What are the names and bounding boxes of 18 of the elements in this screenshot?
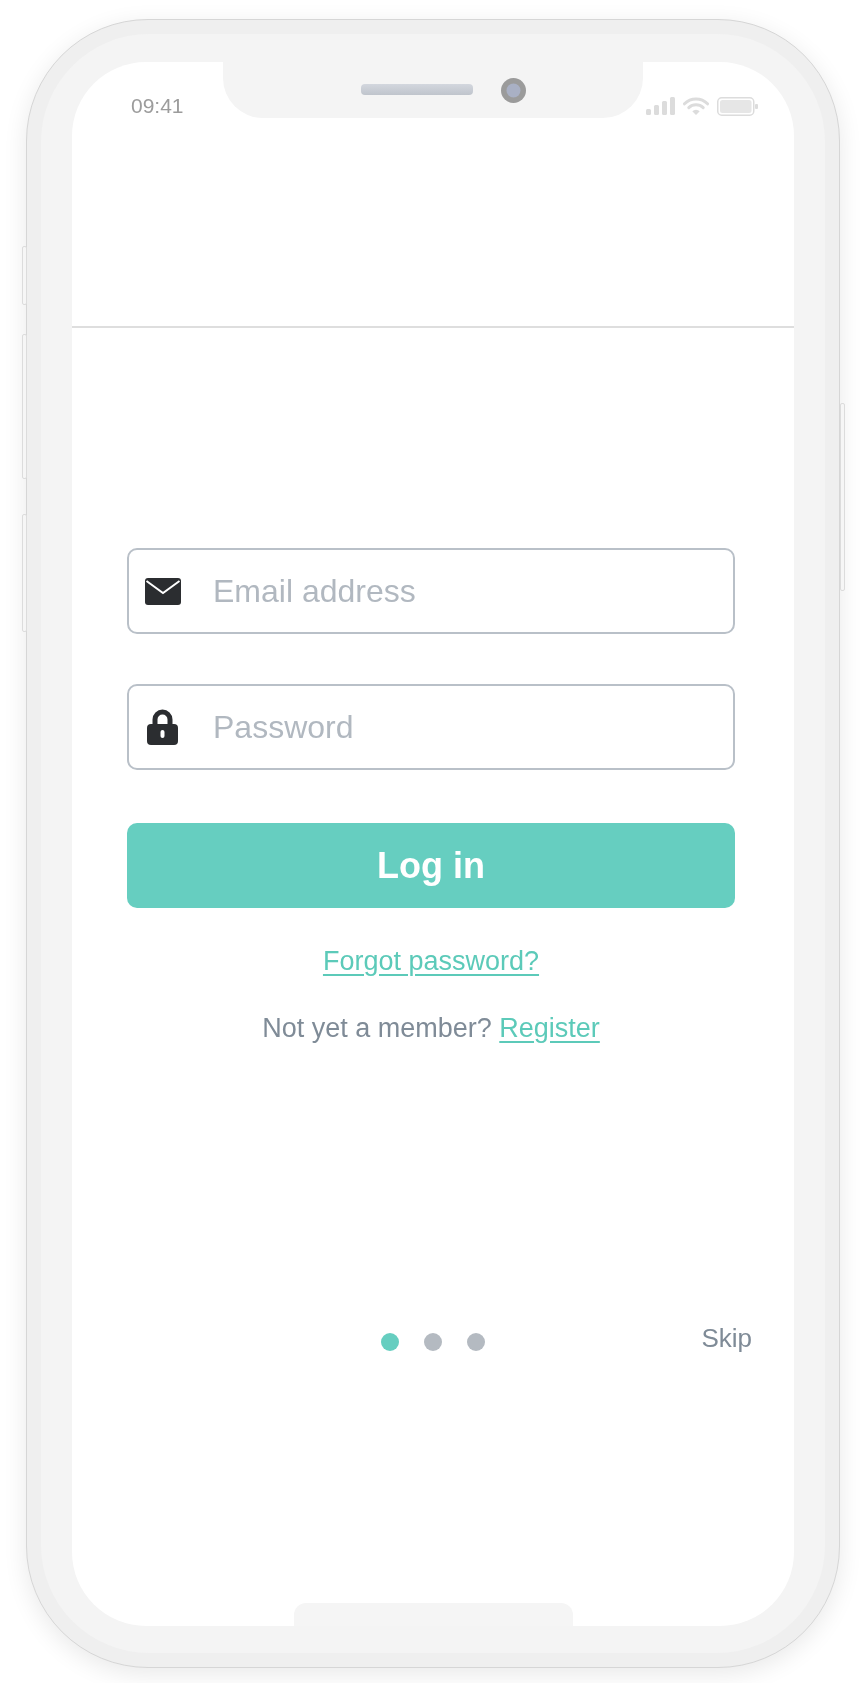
lock-icon [147, 709, 178, 745]
page-dot-icon[interactable] [424, 1333, 442, 1351]
page-dot-icon[interactable] [381, 1333, 399, 1351]
register-link[interactable]: Register [499, 1013, 600, 1043]
signal-icon [646, 97, 675, 115]
password-field[interactable]: Password [127, 684, 735, 770]
email-field[interactable]: Email address [127, 548, 735, 634]
camera-icon [501, 78, 526, 103]
status-time: 09:41 [131, 94, 184, 118]
register-prompt: Not yet a member? Register [261, 1012, 601, 1044]
login-button[interactable]: Log in [127, 823, 735, 908]
page-dot-icon[interactable] [467, 1333, 485, 1351]
envelope-icon [145, 578, 181, 605]
wifi-icon [683, 97, 709, 115]
speaker-icon [361, 84, 473, 95]
battery-icon [717, 96, 758, 116]
forgot-password-link[interactable]: Forgot password? [322, 946, 540, 976]
skip-link[interactable]: Skip [701, 1322, 752, 1354]
